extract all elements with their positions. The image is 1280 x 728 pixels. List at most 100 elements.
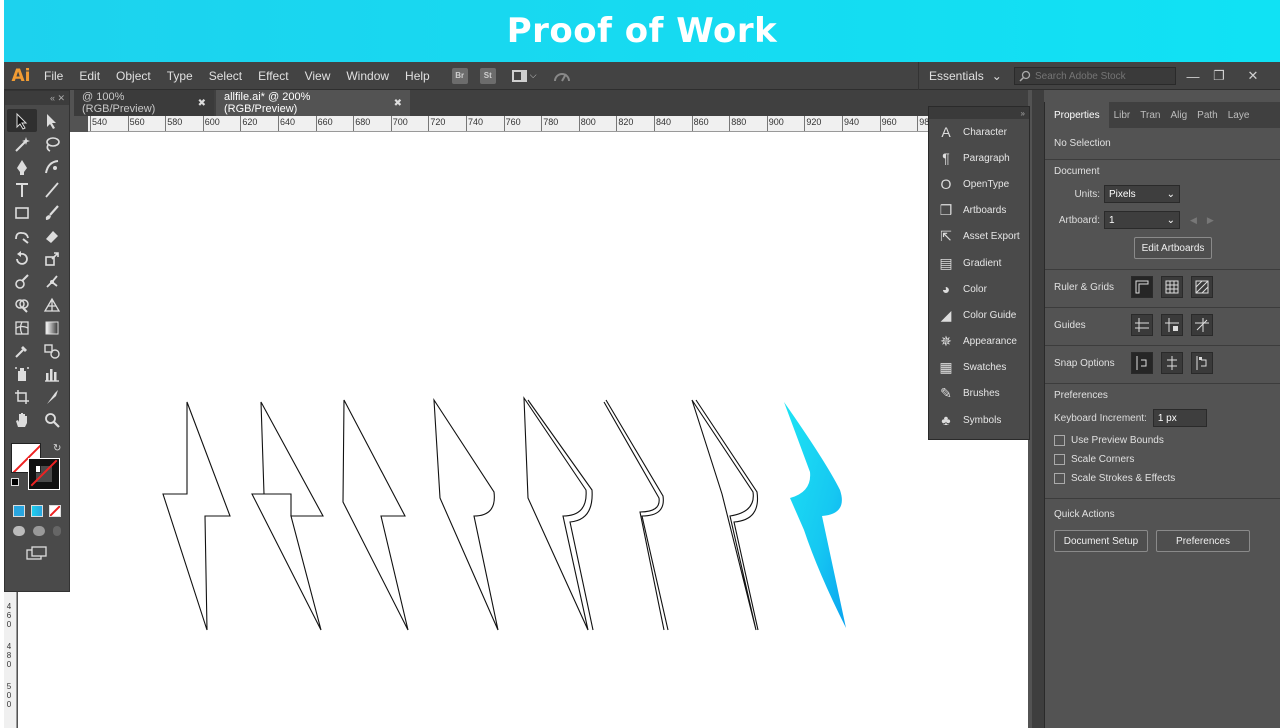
tab-layers[interactable]: Laye (1223, 102, 1255, 128)
draw-inside-icon[interactable] (53, 526, 61, 536)
document-tab-2[interactable]: allfile.ai* @ 200% (RGB/Preview) ✖ (216, 90, 410, 116)
color-mode-icon[interactable] (13, 505, 25, 517)
tab-transform[interactable]: Tran (1135, 102, 1165, 128)
scale-corners-checkbox[interactable]: Scale Corners (1054, 454, 1280, 465)
gpu-performance-icon[interactable] (553, 69, 571, 83)
blend-tool[interactable] (37, 339, 67, 362)
tab-pathfinder[interactable]: Path (1192, 102, 1223, 128)
panel-item-appearance[interactable]: ✵ Appearance (929, 329, 1029, 355)
collapse-toolbox-icon[interactable]: « ✕ (5, 91, 69, 105)
snap-to-grid-icon[interactable] (1191, 352, 1213, 374)
snap-to-pixel-icon[interactable] (1161, 352, 1183, 374)
previous-artboard-icon[interactable]: ◀ (1190, 215, 1197, 226)
perspective-grid-tool[interactable] (37, 293, 67, 316)
rotate-tool[interactable] (7, 247, 37, 270)
menu-object[interactable]: Object (108, 69, 159, 83)
symbol-sprayer-tool[interactable] (7, 362, 37, 385)
tab-libraries[interactable]: Libr (1109, 102, 1136, 128)
curvature-tool[interactable] (37, 155, 67, 178)
menu-select[interactable]: Select (201, 69, 250, 83)
bolt-step-7[interactable] (691, 399, 759, 631)
preferences-button[interactable]: Preferences (1156, 530, 1250, 552)
panel-item-opentype[interactable]: O OpenType (929, 171, 1029, 197)
stock-icon[interactable]: St (479, 67, 496, 84)
eraser-tool[interactable] (37, 224, 67, 247)
type-tool[interactable] (7, 178, 37, 201)
use-preview-bounds-checkbox[interactable]: Use Preview Bounds (1054, 435, 1280, 446)
warp-tool[interactable] (7, 270, 37, 293)
checkbox-box[interactable] (1054, 435, 1065, 446)
rulers-toggle-icon[interactable] (1131, 276, 1153, 298)
shaper-tool[interactable] (7, 224, 37, 247)
document-setup-button[interactable]: Document Setup (1054, 530, 1148, 552)
bolt-step-2[interactable] (251, 401, 324, 631)
magic-wand-tool[interactable] (7, 132, 37, 155)
minimize-icon[interactable]: — (1180, 62, 1206, 90)
slice-tool[interactable] (37, 385, 67, 408)
tab-align[interactable]: Alig (1165, 102, 1192, 128)
close-window-icon[interactable]: ✕ (1240, 62, 1266, 90)
restore-icon[interactable]: ❐ (1206, 62, 1232, 90)
eyedropper-tool[interactable] (7, 339, 37, 362)
paintbrush-tool[interactable] (37, 201, 67, 224)
menu-file[interactable]: File (36, 69, 71, 83)
artwork[interactable] (18, 132, 1028, 728)
guides-toggle-icon[interactable] (1131, 314, 1153, 336)
swap-fill-stroke-icon[interactable]: ↻ (53, 443, 61, 454)
checkbox-box[interactable] (1054, 473, 1065, 484)
arrange-documents-icon[interactable]: ⌵ (511, 69, 537, 82)
lock-guides-icon[interactable] (1161, 314, 1183, 336)
grid-toggle-icon[interactable] (1161, 276, 1183, 298)
workspace-switcher[interactable]: Essentials ⌄ (918, 62, 1002, 90)
column-graph-tool[interactable] (37, 362, 67, 385)
bridge-icon[interactable]: Br (451, 67, 468, 84)
document-tab-1[interactable]: @ 100% (RGB/Preview) ✖ (74, 90, 214, 116)
menu-help[interactable]: Help (397, 69, 438, 83)
keyboard-increment-input[interactable] (1152, 409, 1207, 427)
panel-item-color[interactable]: ◕ Color (929, 276, 1029, 302)
bolt-final-gradient[interactable] (784, 402, 846, 628)
draw-normal-icon[interactable] (13, 526, 25, 536)
transparency-grid-icon[interactable] (1191, 276, 1213, 298)
panel-item-symbols[interactable]: ♣ Symbols (929, 407, 1029, 433)
scale-tool[interactable] (37, 247, 67, 270)
bolt-step-6[interactable] (603, 399, 669, 631)
menu-type[interactable]: Type (159, 69, 201, 83)
rectangle-tool[interactable] (7, 201, 37, 224)
checkbox-box[interactable] (1054, 454, 1065, 465)
artboard-canvas[interactable] (18, 132, 1028, 728)
menu-window[interactable]: Window (338, 69, 397, 83)
menu-view[interactable]: View (297, 69, 339, 83)
shape-builder-tool[interactable] (7, 293, 37, 316)
none-mode-icon[interactable] (49, 505, 61, 517)
close-tab-icon[interactable]: ✖ (394, 98, 402, 109)
next-artboard-icon[interactable]: ▶ (1207, 215, 1214, 226)
bolt-step-5[interactable] (523, 396, 594, 631)
lasso-tool[interactable] (37, 132, 67, 155)
selection-tool[interactable] (7, 109, 37, 132)
gradient-mode-icon[interactable] (31, 505, 43, 517)
line-segment-tool[interactable] (37, 178, 67, 201)
pen-tool[interactable] (7, 155, 37, 178)
artboard-tool[interactable] (7, 385, 37, 408)
menu-edit[interactable]: Edit (71, 69, 108, 83)
bolt-step-4[interactable] (433, 397, 499, 631)
horizontal-ruler[interactable]: 540 560 580 600 620 640 660 680 700 720 740 760 780 8… (88, 116, 928, 132)
snap-to-point-icon[interactable] (1131, 352, 1153, 374)
edit-artboards-button[interactable]: Edit Artboards (1134, 237, 1212, 259)
scale-strokes-effects-checkbox[interactable]: Scale Strokes & Effects (1054, 473, 1280, 484)
panel-item-color-guide[interactable]: ◢ Color Guide (929, 302, 1029, 328)
stroke-swatch[interactable] (28, 458, 60, 490)
panel-item-paragraph[interactable]: ¶ Paragraph (929, 145, 1029, 171)
smart-guides-icon[interactable] (1191, 314, 1213, 336)
gradient-tool[interactable] (37, 316, 67, 339)
artboard-dropdown[interactable]: 1 ⌄ (1104, 211, 1180, 229)
panel-item-brushes[interactable]: ✎ Brushes (929, 381, 1029, 407)
panel-item-gradient[interactable]: ▤ Gradient (929, 250, 1029, 276)
puppet-warp-tool[interactable] (37, 270, 67, 293)
panel-item-swatches[interactable]: ▦ Swatches (929, 355, 1029, 381)
stock-search-box[interactable] (1014, 67, 1176, 85)
close-tab-icon[interactable]: ✖ (198, 98, 206, 109)
panel-item-artboards[interactable]: ❒ Artboards (929, 198, 1029, 224)
panel-item-asset-export[interactable]: ⇱ Asset Export (929, 224, 1029, 250)
